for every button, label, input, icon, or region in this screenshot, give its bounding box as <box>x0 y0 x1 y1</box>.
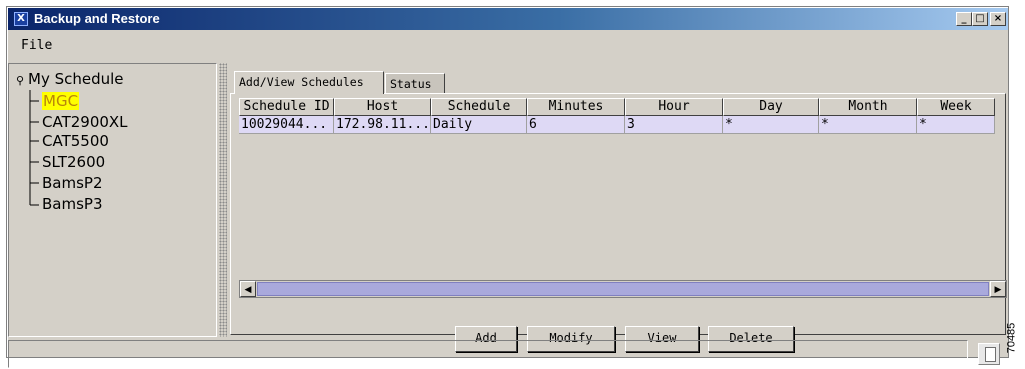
column-header-month[interactable]: Month <box>819 98 917 116</box>
column-header-day[interactable]: Day <box>723 98 819 116</box>
column-header-hour[interactable]: Hour <box>625 98 723 116</box>
table-cell: 10029044... <box>239 116 334 134</box>
maximize-button[interactable]: □ <box>972 12 988 26</box>
table-cell: Daily <box>431 116 527 134</box>
figure-code: 70485 <box>1005 318 1024 362</box>
table-cell: 3 <box>625 116 723 134</box>
scrollbar-thumb[interactable] <box>257 282 989 296</box>
tree-item-label: MGC <box>42 92 80 110</box>
tree-item-bamsp2[interactable]: BamsP2 <box>42 175 103 192</box>
tree-item-cat2900xl[interactable]: CAT2900XL <box>42 114 128 131</box>
window-title: Backup and Restore <box>34 11 160 26</box>
tree-item-label: CAT2900XL <box>42 113 128 131</box>
tree-item-bamsp3[interactable]: BamsP3 <box>42 196 103 213</box>
schedule-panel: Add/View Schedules Status Schedule ID Ho… <box>228 63 1008 352</box>
tree-root-label: My Schedule <box>28 70 124 88</box>
key-icon: ⚲ <box>16 74 25 87</box>
tree-item-cat5500[interactable]: CAT5500 <box>42 133 109 150</box>
tree-item-label: SLT2600 <box>42 153 106 171</box>
horizontal-scrollbar[interactable]: ◀ ▶ <box>239 280 1007 298</box>
menu-file[interactable]: File <box>21 38 52 53</box>
table-cell: * <box>819 116 917 134</box>
pane-splitter[interactable] <box>219 63 227 337</box>
tab-panel: Schedule ID Host Schedule Minutes Hour D… <box>230 93 1007 352</box>
scroll-left-icon[interactable]: ◀ <box>240 281 256 297</box>
column-header-minutes[interactable]: Minutes <box>527 98 625 116</box>
document-icon[interactable] <box>978 343 1000 365</box>
figure-code-text: 70485 <box>1005 322 1018 354</box>
schedule-table: Schedule ID Host Schedule Minutes Hour D… <box>239 98 995 298</box>
column-header-host[interactable]: Host <box>334 98 431 116</box>
tree-item-label: CAT5500 <box>42 132 109 150</box>
table-header: Schedule ID Host Schedule Minutes Hour D… <box>239 98 995 116</box>
table-cell: * <box>723 116 819 134</box>
table-cell: * <box>917 116 995 134</box>
backup-restore-window: X Backup and Restore _ □ × File ⚲ My Sche… <box>6 6 1009 368</box>
column-header-week[interactable]: Week <box>917 98 995 116</box>
tab-add-view-schedules[interactable]: Add/View Schedules <box>234 71 384 94</box>
column-header-schedule-id[interactable]: Schedule ID <box>239 98 334 116</box>
tree-item-label: BamsP3 <box>42 195 103 213</box>
tree-item-mgc[interactable]: MGC <box>42 92 80 110</box>
tree-item-label: BamsP2 <box>42 174 103 192</box>
status-bar <box>8 340 1008 368</box>
table-cell: 6 <box>527 116 625 134</box>
menu-bar: File <box>8 33 1008 57</box>
tree-root-my-schedule[interactable]: ⚲ My Schedule <box>16 70 124 88</box>
close-button[interactable]: × <box>990 12 1006 26</box>
status-text <box>8 340 968 368</box>
title-bar[interactable]: X Backup and Restore _ □ × <box>8 8 1008 30</box>
tree-connector-lines <box>29 90 39 206</box>
tree-item-slt2600[interactable]: SLT2600 <box>42 154 105 171</box>
table-row[interactable]: 10029044... 172.98.11... Daily 6 3 * * * <box>239 116 995 134</box>
column-header-schedule[interactable]: Schedule <box>431 98 527 116</box>
app-icon: X <box>14 12 28 26</box>
scroll-right-icon[interactable]: ▶ <box>990 281 1006 297</box>
table-cell: 172.98.11... <box>334 116 431 134</box>
minimize-button[interactable]: _ <box>956 12 972 26</box>
tab-status[interactable]: Status <box>385 73 445 93</box>
schedule-tree: ⚲ My Schedule MGC CAT2900XL CAT5500 SLT26… <box>8 63 217 337</box>
